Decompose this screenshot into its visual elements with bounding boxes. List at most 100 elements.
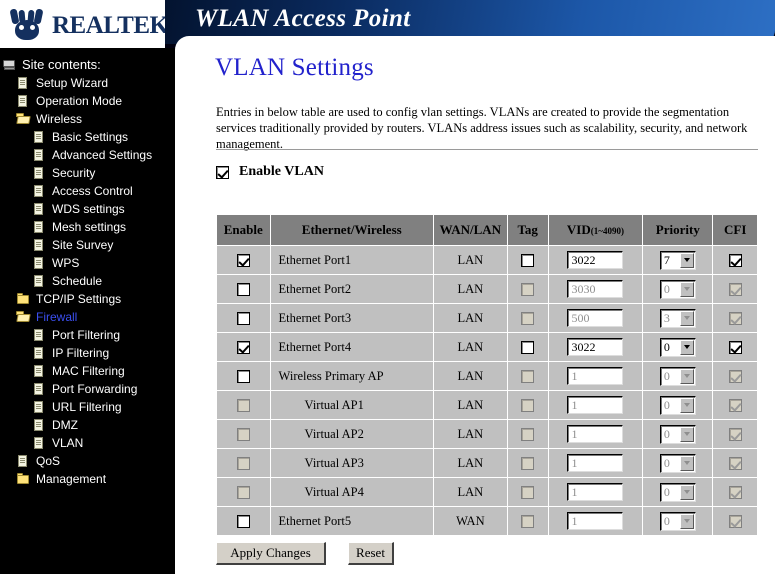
cell-vid [547, 361, 644, 391]
sidebar-item-mac-filtering[interactable]: MAC Filtering [0, 362, 175, 380]
table-row: Ethernet Port2LAN 0 [216, 274, 758, 304]
tag-checkbox [521, 398, 535, 412]
priority-value: 0 [663, 426, 670, 441]
priority-select[interactable]: 0 [659, 337, 696, 357]
realtek-logo: REALTEK [0, 0, 165, 48]
cell-cfi [712, 332, 758, 362]
enable-vlan-row[interactable]: Enable VLAN [216, 164, 324, 180]
sidebar-item-label: Security [52, 166, 96, 180]
vid-input [567, 425, 624, 443]
sidebar-item-site-survey[interactable]: Site Survey [0, 236, 175, 254]
tag-checkbox[interactable] [521, 253, 535, 267]
sidebar-item-management[interactable]: Management [0, 470, 175, 488]
priority-select: 0 [659, 395, 696, 415]
sidebar-item-dmz[interactable]: DMZ [0, 416, 175, 434]
cell-wan-lan: LAN [432, 419, 508, 449]
sidebar-item-label: Port Filtering [52, 328, 121, 342]
sidebar-item-wps[interactable]: WPS [0, 254, 175, 272]
cell-priority: 0 [642, 477, 714, 507]
chevron-down-icon [679, 281, 694, 297]
sidebar-item-port-filtering[interactable]: Port Filtering [0, 326, 175, 344]
cell-cfi [712, 506, 758, 536]
cfi-checkbox[interactable] [728, 340, 742, 354]
sidebar-item-label: IP Filtering [52, 346, 110, 360]
sidebar-item-schedule[interactable]: Schedule [0, 272, 175, 290]
cell-vid [547, 245, 644, 275]
sidebar-item-url-filtering[interactable]: URL Filtering [0, 398, 175, 416]
enable-checkbox[interactable] [236, 282, 250, 296]
cell-priority: 0 [642, 332, 714, 362]
page-icon [32, 148, 47, 162]
enable-checkbox[interactable] [236, 369, 250, 383]
page-icon [32, 184, 47, 198]
section-divider [216, 149, 758, 150]
priority-select[interactable]: 7 [659, 250, 696, 270]
sidebar-item-mesh-settings[interactable]: Mesh settings [0, 218, 175, 236]
priority-select: 0 [659, 279, 696, 299]
reset-button[interactable]: Reset [348, 542, 394, 565]
sidebar-item-security[interactable]: Security [0, 164, 175, 182]
cell-wan-lan: LAN [432, 245, 508, 275]
cell-enable [216, 419, 271, 449]
sidebar-item-firewall[interactable]: Firewall [0, 308, 175, 326]
vid-input [567, 454, 624, 472]
sidebar-item-setup-wizard[interactable]: Setup Wizard [0, 74, 175, 92]
chevron-down-icon [679, 426, 694, 442]
sidebar-item-operation-mode[interactable]: Operation Mode [0, 92, 175, 110]
cell-enable [216, 245, 271, 275]
page-title: VLAN Settings [215, 54, 374, 81]
sidebar-item-wds-settings[interactable]: WDS settings [0, 200, 175, 218]
sidebar-item-qos[interactable]: QoS [0, 452, 175, 470]
page-icon [32, 238, 47, 252]
sidebar-item-wireless[interactable]: Wireless [0, 110, 175, 128]
cell-tag [506, 361, 549, 391]
sidebar-item-basic-settings[interactable]: Basic Settings [0, 128, 175, 146]
priority-select: 0 [659, 482, 696, 502]
table-row: Virtual AP4LAN 0 [216, 477, 758, 507]
page-icon [32, 256, 47, 270]
page-icon [32, 166, 47, 180]
tag-checkbox [521, 514, 535, 528]
enable-checkbox[interactable] [236, 514, 250, 528]
column-header-wan-lan: WAN/LAN [432, 214, 508, 246]
sidebar-navigation[interactable]: Site contents: Setup Wizard Operation Mod… [0, 48, 175, 574]
cell-wan-lan: WAN [432, 506, 508, 536]
enable-checkbox[interactable] [236, 311, 250, 325]
cell-vid [547, 506, 644, 536]
sidebar-item-port-forwarding[interactable]: Port Forwarding [0, 380, 175, 398]
sidebar-item-vlan[interactable]: VLAN [0, 434, 175, 452]
tag-checkbox [521, 485, 535, 499]
cell-tag [506, 274, 549, 304]
folder-open-icon [16, 310, 31, 324]
enable-vlan-checkbox[interactable] [216, 165, 229, 179]
vid-input [567, 483, 624, 501]
cell-priority: 0 [642, 361, 714, 391]
cell-interface-name: Virtual AP4 [269, 477, 434, 507]
vid-input[interactable] [567, 338, 624, 356]
cell-priority: 0 [642, 448, 714, 478]
sidebar-root-label: Site contents: [22, 57, 101, 72]
table-row: Wireless Primary APLAN 0 [216, 361, 758, 391]
tag-checkbox[interactable] [521, 340, 535, 354]
apply-changes-button[interactable]: Apply Changes [216, 542, 326, 565]
enable-checkbox[interactable] [236, 340, 250, 354]
cell-interface-name: Wireless Primary AP [269, 361, 434, 391]
table-row: Ethernet Port5WAN 0 [216, 506, 758, 536]
cell-cfi [712, 303, 758, 333]
sidebar-item-advanced-settings[interactable]: Advanced Settings [0, 146, 175, 164]
chevron-down-icon [679, 455, 694, 471]
vid-input[interactable] [567, 251, 624, 269]
cell-cfi [712, 245, 758, 275]
column-header-priority: Priority [642, 214, 714, 246]
cfi-checkbox[interactable] [728, 253, 742, 267]
sidebar-item-label: Management [36, 472, 107, 486]
page-icon [32, 274, 47, 288]
sidebar-item-ip-filtering[interactable]: IP Filtering [0, 344, 175, 362]
priority-select: 0 [659, 424, 696, 444]
sidebar-item-label: Site Survey [52, 238, 114, 252]
sidebar-item-tcp-ip-settings[interactable]: TCP/IP Settings [0, 290, 175, 308]
cell-interface-name: Ethernet Port4 [269, 332, 434, 362]
vid-input [567, 309, 624, 327]
sidebar-item-access-control[interactable]: Access Control [0, 182, 175, 200]
enable-checkbox[interactable] [236, 253, 250, 267]
